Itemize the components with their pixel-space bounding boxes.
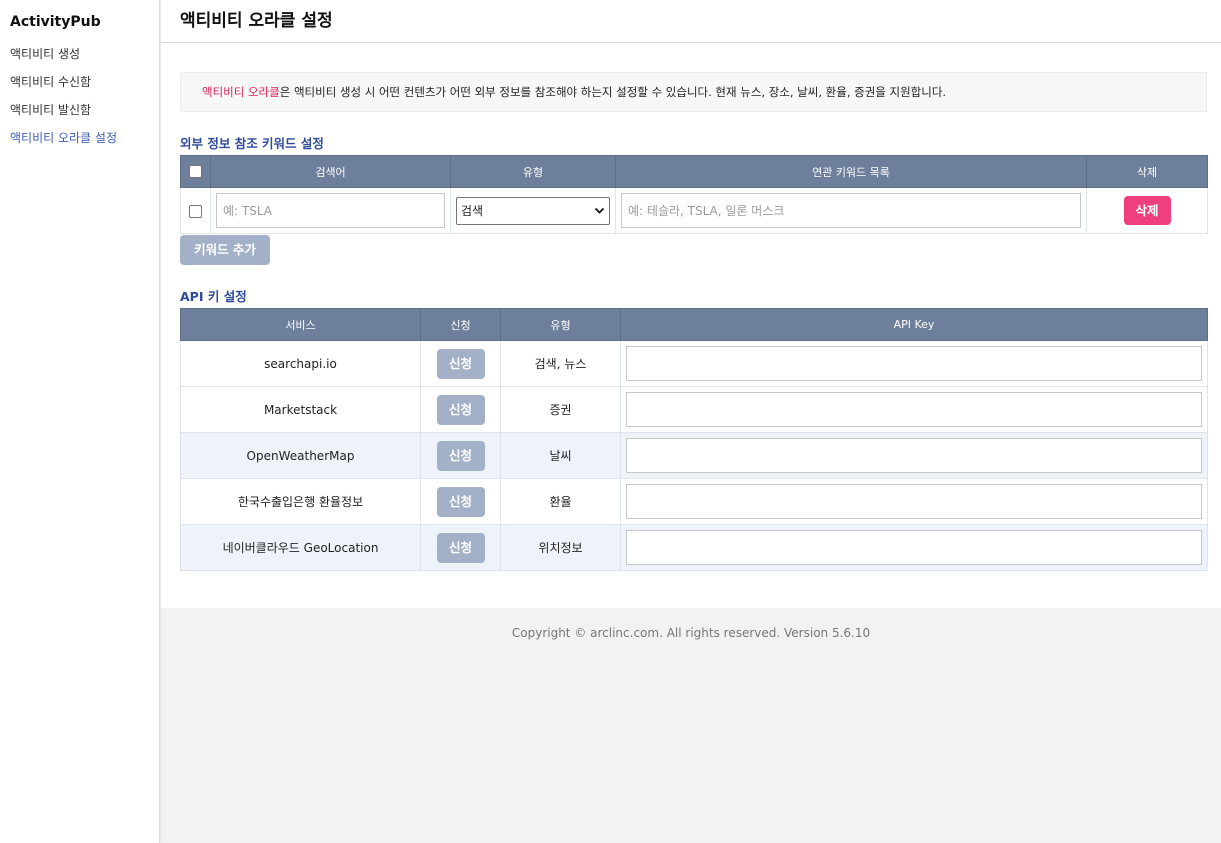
page-title: 액티비티 오라클 설정 xyxy=(180,11,333,31)
row-select-cell xyxy=(180,187,211,234)
service-type: 날씨 xyxy=(500,432,621,479)
api-key-input[interactable] xyxy=(626,484,1202,519)
api-key-table: 서비스 신청 유형 API Key searchapi.io 신청 검색, 뉴스 xyxy=(180,308,1208,571)
add-keyword-button[interactable]: 키워드 추가 xyxy=(180,235,270,265)
apply-button[interactable]: 신청 xyxy=(436,486,485,517)
apply-button[interactable]: 신청 xyxy=(436,348,485,379)
service-name: searchapi.io xyxy=(180,340,421,387)
select-all-checkbox[interactable] xyxy=(189,165,202,179)
api-key-input[interactable] xyxy=(626,346,1202,381)
footer-copyright: Copyright © arclinc.com. All rights rese… xyxy=(511,626,871,640)
service-type: 위치정보 xyxy=(500,524,621,571)
apply-button[interactable]: 신청 xyxy=(436,394,485,425)
type-select[interactable]: 검색 xyxy=(456,196,610,225)
content: 액티비티 오라클은 액티비티 생성 시 어떤 컨텐츠가 어떤 외부 정보를 참조… xyxy=(161,43,1221,571)
column-header-api-type: 유형 xyxy=(500,308,621,341)
column-header-related-keywords: 연관 키워드 목록 xyxy=(615,155,1087,188)
service-type: 검색, 뉴스 xyxy=(500,340,621,387)
keyword-section-title: 외부 정보 참조 키워드 설정 xyxy=(180,136,324,151)
related-keywords-input[interactable] xyxy=(621,193,1081,228)
sidebar: ActivityPub 액티비티 생성 액티비티 수신함 액티비티 발신함 액티… xyxy=(0,0,160,843)
table-row: 한국수출입은행 환율정보 신청 환율 xyxy=(180,478,1208,525)
api-key-input[interactable] xyxy=(626,392,1202,427)
delete-cell: 삭제 xyxy=(1086,187,1208,234)
service-type: 환율 xyxy=(500,478,621,525)
sidebar-item-create-activity[interactable]: 액티비티 생성 xyxy=(0,40,159,68)
query-cell xyxy=(210,187,451,234)
main-panel: 액티비티 오라클 설정 액티비티 오라클은 액티비티 생성 시 어떤 컨텐츠가 … xyxy=(161,0,1221,608)
service-name: Marketstack xyxy=(180,386,421,433)
api-section-title: API 키 설정 xyxy=(180,289,247,304)
chevron-down-icon xyxy=(594,198,605,234)
apply-cell: 신청 xyxy=(420,524,501,571)
delete-button[interactable]: 삭제 xyxy=(1123,196,1171,225)
apply-cell: 신청 xyxy=(420,386,501,433)
service-name: OpenWeatherMap xyxy=(180,432,421,479)
service-type: 증권 xyxy=(500,386,621,433)
apply-button[interactable]: 신청 xyxy=(436,440,485,471)
column-header-api-key: API Key xyxy=(620,308,1208,341)
type-cell: 검색 xyxy=(450,187,616,234)
keyword-table-header: 검색어 유형 연관 키워드 목록 삭제 xyxy=(180,155,1208,188)
service-name: 네이버클라우드 GeoLocation xyxy=(180,524,421,571)
api-key-input[interactable] xyxy=(626,530,1202,565)
query-input[interactable] xyxy=(216,193,445,228)
api-key-cell xyxy=(620,524,1208,571)
main-area: 액티비티 오라클 설정 액티비티 오라클은 액티비티 생성 시 어떤 컨텐츠가 … xyxy=(161,0,1221,843)
table-row: 네이버클라우드 GeoLocation 신청 위치정보 xyxy=(180,524,1208,571)
row-checkbox[interactable] xyxy=(189,204,202,218)
column-header-apply: 신청 xyxy=(420,308,501,341)
service-name: 한국수출입은행 환율정보 xyxy=(180,478,421,525)
api-key-input[interactable] xyxy=(626,438,1202,473)
type-select-value: 검색 xyxy=(461,203,484,218)
page-header: 액티비티 오라클 설정 xyxy=(161,0,1221,43)
select-all-cell xyxy=(180,155,211,188)
sidebar-item-outbox[interactable]: 액티비티 발신함 xyxy=(0,96,159,124)
api-key-cell xyxy=(620,478,1208,525)
api-key-cell xyxy=(620,432,1208,479)
column-header-type: 유형 xyxy=(450,155,616,188)
column-header-query: 검색어 xyxy=(210,155,451,188)
info-highlight: 액티비티 오라클 xyxy=(202,85,280,99)
keyword-row: 검색 삭제 xyxy=(180,187,1208,234)
table-row: searchapi.io 신청 검색, 뉴스 xyxy=(180,340,1208,387)
apply-button[interactable]: 신청 xyxy=(436,532,485,563)
info-box: 액티비티 오라클은 액티비티 생성 시 어떤 컨텐츠가 어떤 외부 정보를 참조… xyxy=(180,72,1207,112)
column-header-service: 서비스 xyxy=(180,308,421,341)
table-row: OpenWeatherMap 신청 날씨 xyxy=(180,432,1208,479)
info-text: 은 액티비티 생성 시 어떤 컨텐츠가 어떤 외부 정보를 참조해야 하는지 설… xyxy=(279,85,947,99)
api-key-cell xyxy=(620,340,1208,387)
apply-cell: 신청 xyxy=(420,340,501,387)
sidebar-item-inbox[interactable]: 액티비티 수신함 xyxy=(0,68,159,96)
related-keywords-cell xyxy=(615,187,1087,234)
apply-cell: 신청 xyxy=(420,432,501,479)
keyword-table: 검색어 유형 연관 키워드 목록 삭제 검색 xyxy=(180,155,1208,234)
brand-title: ActivityPub xyxy=(10,14,101,30)
apply-cell: 신청 xyxy=(420,478,501,525)
sidebar-item-oracle-settings[interactable]: 액티비티 오라클 설정 xyxy=(0,124,159,152)
api-key-cell xyxy=(620,386,1208,433)
table-row: Marketstack 신청 증권 xyxy=(180,386,1208,433)
api-table-header: 서비스 신청 유형 API Key xyxy=(180,308,1208,341)
column-header-delete: 삭제 xyxy=(1086,155,1208,188)
